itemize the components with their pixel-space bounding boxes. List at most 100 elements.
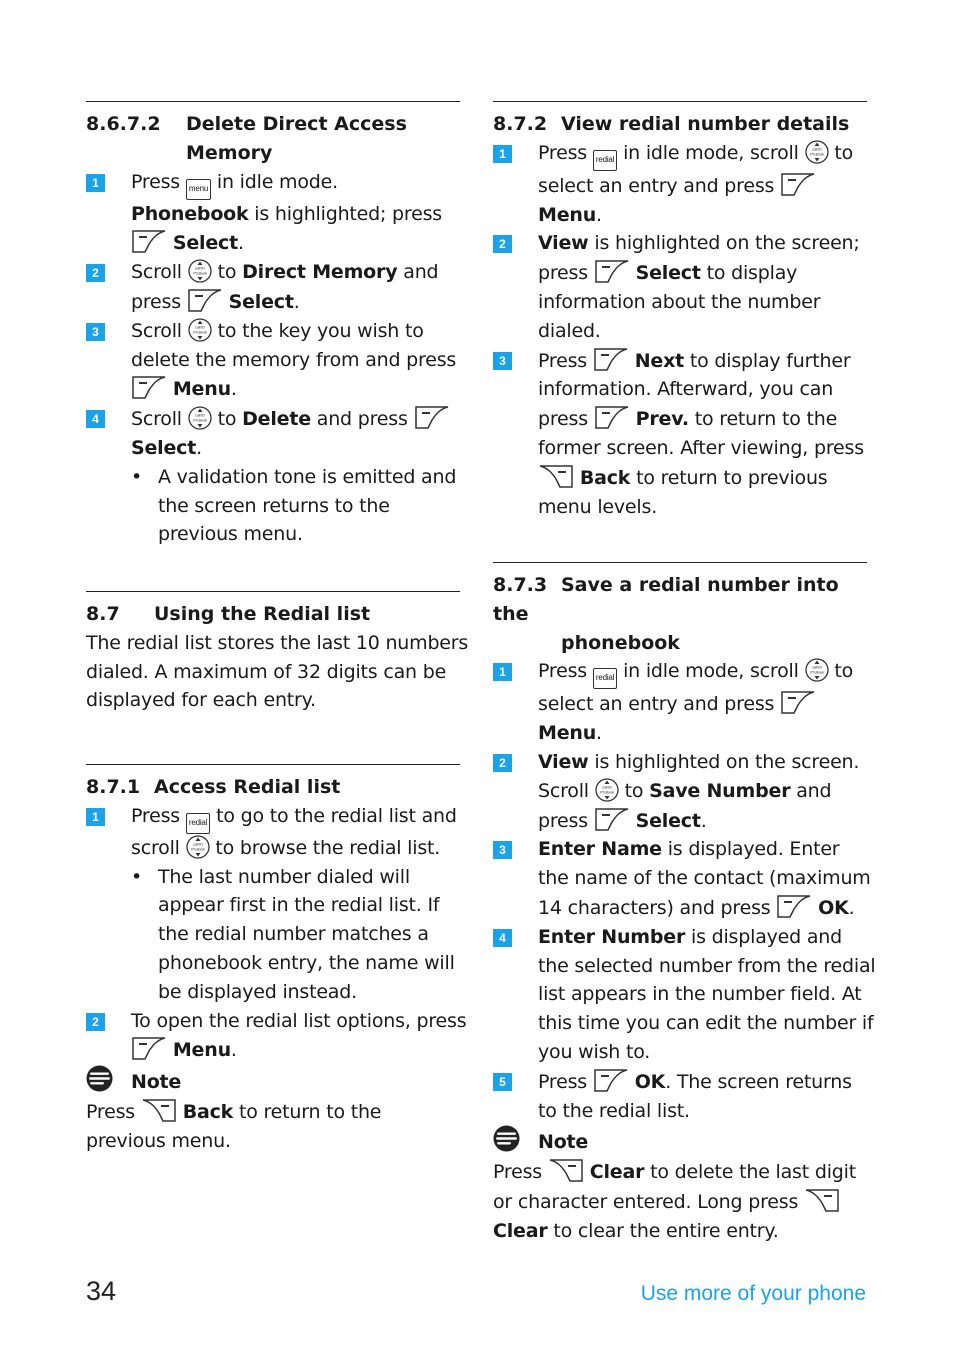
text: to bbox=[618, 779, 650, 802]
text: 14 characters) and press bbox=[538, 896, 771, 919]
text: dialed. bbox=[538, 319, 601, 342]
bold-term: Back bbox=[579, 466, 631, 489]
text: previous menu. bbox=[86, 1129, 231, 1152]
note-block: Note Press Clear to delete the last digi… bbox=[493, 1125, 867, 1245]
text: to bbox=[211, 408, 243, 431]
menu-key-icon: menu bbox=[185, 178, 212, 200]
section-heading: 8.7.1 Access Redial list bbox=[86, 773, 460, 802]
section-divider bbox=[86, 591, 460, 592]
bold-term: Menu bbox=[538, 203, 597, 226]
navigation-key-icon bbox=[188, 406, 212, 430]
text: is displayed. Enter bbox=[661, 838, 840, 861]
text: to return to the bbox=[688, 408, 838, 431]
note-block: Note Press Back to return to the previou… bbox=[86, 1065, 460, 1155]
navigation-key-icon bbox=[188, 259, 212, 283]
step-1: 1 Press redial in idle mode, scroll to s… bbox=[493, 657, 867, 748]
left-softkey-icon bbox=[593, 346, 629, 372]
text: Press bbox=[131, 804, 181, 827]
bold-term: Phonebook bbox=[131, 202, 249, 225]
section-8-7-2: 8.7.2 View redial number details 1 Press … bbox=[493, 110, 867, 521]
text: Press bbox=[131, 170, 181, 193]
bold-term: Menu bbox=[172, 378, 231, 401]
bold-term: View bbox=[538, 750, 589, 773]
bold-term: Prev. bbox=[635, 408, 689, 431]
step-number-badge: 1 bbox=[493, 144, 512, 163]
text: menu levels. bbox=[538, 495, 658, 518]
step-1: 1 Press redial to go to the redial list … bbox=[86, 802, 460, 1007]
section-number: 8.7.1 bbox=[86, 776, 141, 798]
text: . The screen returns bbox=[665, 1070, 852, 1093]
right-softkey-icon bbox=[804, 1187, 840, 1213]
text: and press bbox=[310, 408, 408, 431]
text: to bbox=[828, 660, 854, 683]
text: to go to the redial list and bbox=[210, 804, 457, 827]
page-number: 34 bbox=[86, 1276, 117, 1306]
text: or character entered. Long press bbox=[493, 1190, 799, 1213]
left-softkey-icon bbox=[776, 893, 812, 919]
section-title: View redial number details bbox=[561, 113, 850, 135]
text: be displayed instead. bbox=[158, 980, 357, 1003]
text: to clear the entire entry. bbox=[547, 1219, 779, 1242]
bold-term: View bbox=[538, 232, 589, 255]
section-divider bbox=[493, 101, 867, 102]
step-4: 4 Enter Number is displayed and the sele… bbox=[493, 923, 876, 1067]
left-softkey-icon bbox=[594, 806, 630, 832]
section-title: Access Redial list bbox=[154, 776, 341, 798]
text: The last number dialed will bbox=[158, 865, 410, 888]
text: information. Afterward, you can bbox=[538, 378, 834, 401]
text: to return to the bbox=[233, 1100, 382, 1123]
text: you wish to. bbox=[538, 1040, 651, 1063]
section-title: Using the Redial list bbox=[154, 603, 371, 625]
step-number-badge: 2 bbox=[493, 753, 512, 772]
note-heading: Note bbox=[131, 1071, 182, 1094]
bold-term: Menu bbox=[172, 1039, 231, 1062]
text: Scroll bbox=[131, 319, 182, 342]
section-8-6-7-2: 8.6.7.2 Delete Direct Access Memory 1 Pre… bbox=[86, 110, 460, 549]
navigation-key-icon bbox=[595, 778, 619, 802]
bullet-item: • The last number dialed will appear fir… bbox=[131, 863, 460, 1007]
step-number-badge: 1 bbox=[86, 807, 105, 826]
bold-term: Clear bbox=[493, 1219, 548, 1242]
paragraph-line: The redial list stores the last 10 numbe… bbox=[86, 631, 469, 654]
left-softkey-icon bbox=[414, 404, 450, 430]
step-1: 1 Press redial in idle mode, scroll to s… bbox=[493, 139, 867, 230]
section-title-line2: Memory bbox=[186, 141, 273, 164]
bullet-dot: • bbox=[131, 465, 143, 488]
text: to the key you wish to bbox=[211, 319, 424, 342]
text: the screen returns to the bbox=[158, 494, 390, 517]
text: former screen. After viewing, press bbox=[538, 436, 864, 459]
left-softkey-icon bbox=[131, 228, 167, 254]
chapter-title: Use more of your phone bbox=[640, 1282, 866, 1305]
text: is highlighted on the screen; bbox=[588, 232, 860, 255]
text: is highlighted; press bbox=[248, 202, 442, 225]
step-1: 1 Press menu in idle mode. Phonebook is … bbox=[86, 168, 460, 259]
section-title-line2: phonebook bbox=[561, 631, 680, 654]
text: the name of the contact (maximum bbox=[538, 867, 871, 890]
step-number-badge: 2 bbox=[86, 264, 105, 283]
bold-term: Enter Name bbox=[538, 838, 662, 861]
bold-term: Save Number bbox=[649, 779, 791, 802]
bold-term: Enter Number bbox=[538, 925, 686, 948]
text: A validation tone is emitted and bbox=[158, 465, 457, 488]
step-3: 3 Scroll to the key you wish to delete t… bbox=[86, 317, 460, 404]
text: press bbox=[538, 809, 588, 832]
text: press bbox=[131, 290, 181, 313]
bold-term: OK bbox=[634, 1070, 666, 1093]
section-8-7: 8.7 Using the Redial list The redial list… bbox=[86, 600, 469, 715]
section-divider bbox=[493, 562, 867, 563]
left-softkey-icon bbox=[594, 404, 630, 430]
text: . bbox=[196, 436, 202, 459]
text: Scroll bbox=[131, 261, 182, 284]
step-number-badge: 4 bbox=[86, 410, 105, 429]
text: . bbox=[237, 232, 244, 255]
text: Press bbox=[538, 1070, 588, 1093]
text: appear first in the redial list. If bbox=[158, 894, 440, 917]
text: to display further bbox=[684, 349, 851, 372]
bold-term: Direct Memory bbox=[242, 261, 398, 284]
text: and bbox=[397, 261, 439, 284]
section-8-7-3: 8.7.3 Save a redial number into the phone… bbox=[493, 571, 876, 1246]
section-number: 8.7 bbox=[86, 603, 120, 625]
step-2: 2 To open the redial list options, press… bbox=[86, 1007, 467, 1066]
text: is highlighted on the screen. bbox=[588, 750, 860, 773]
section-number: 8.6.7.2 bbox=[86, 113, 161, 135]
